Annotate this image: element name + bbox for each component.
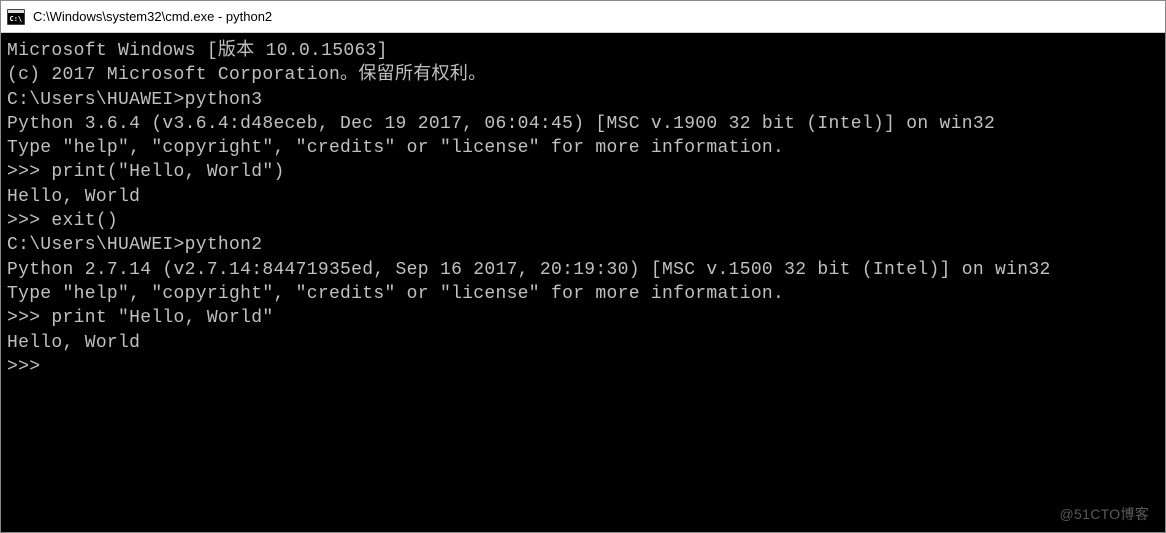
svg-text:C:\: C:\ — [10, 15, 23, 23]
terminal-line: (c) 2017 Microsoft Corporation。保留所有权利。 — [7, 63, 1159, 87]
terminal-line: >>> print "Hello, World" — [7, 306, 1159, 330]
terminal-line: Type "help", "copyright", "credits" or "… — [7, 136, 1159, 160]
terminal-output[interactable]: Microsoft Windows [版本 10.0.15063] (c) 20… — [1, 33, 1165, 532]
terminal-prompt-line: >>> — [7, 355, 1159, 379]
terminal-line: Python 2.7.14 (v2.7.14:84471935ed, Sep 1… — [7, 258, 1159, 282]
terminal-line: >>> exit() — [7, 209, 1159, 233]
terminal-line: Hello, World — [7, 331, 1159, 355]
cmd-icon: C:\ — [7, 9, 25, 25]
terminal-line: >>> print("Hello, World") — [7, 160, 1159, 184]
terminal-line: Type "help", "copyright", "credits" or "… — [7, 282, 1159, 306]
terminal-line: Hello, World — [7, 185, 1159, 209]
window-titlebar[interactable]: C:\ C:\Windows\system32\cmd.exe - python… — [1, 1, 1165, 33]
terminal-line: Python 3.6.4 (v3.6.4:d48eceb, Dec 19 201… — [7, 112, 1159, 136]
watermark: @51CTO博客 — [1060, 505, 1149, 524]
terminal-line: Microsoft Windows [版本 10.0.15063] — [7, 39, 1159, 63]
window-title: C:\Windows\system32\cmd.exe - python2 — [33, 9, 272, 24]
terminal-line: C:\Users\HUAWEI>python2 — [7, 233, 1159, 257]
terminal-line: C:\Users\HUAWEI>python3 — [7, 88, 1159, 112]
terminal-prompt: >>> — [7, 357, 51, 377]
